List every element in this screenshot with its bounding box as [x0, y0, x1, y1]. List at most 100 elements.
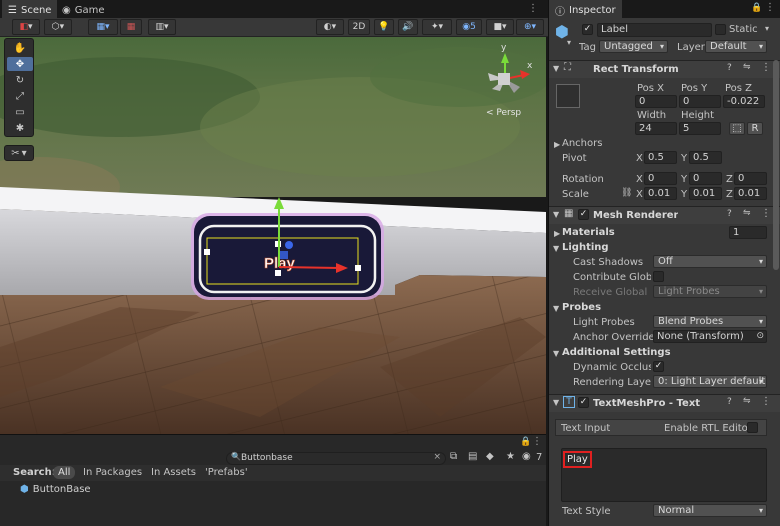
favorite-star-icon[interactable]: ★ [506, 451, 515, 462]
move-tool-icon[interactable]: ✥ [7, 57, 33, 71]
search-by-type-icon[interactable]: ⧉ [450, 451, 457, 462]
materials-expand-icon[interactable]: ▶ [554, 229, 560, 238]
light-probes-dropdown[interactable]: Blend Probes ▾ [653, 315, 767, 328]
filter-in-assets-button[interactable]: In Assets [151, 467, 196, 478]
scale-y-field[interactable]: 0.01 [689, 187, 722, 200]
preset-icon[interactable]: ⇋ [743, 396, 751, 406]
mesh-renderer-enabled-checkbox[interactable]: ✓ [578, 209, 589, 220]
transform-tool-icon[interactable]: ✱ [7, 121, 33, 135]
increment-snap-button[interactable]: ▥ ▾ [148, 19, 176, 35]
visibility-icon[interactable]: ◉ [522, 451, 531, 462]
component-menu-icon[interactable]: ⋮ [761, 208, 771, 219]
probes-expand-icon[interactable]: ▼ [553, 304, 559, 313]
move-gizmo-x-axis[interactable] [278, 266, 341, 269]
scale-tool-icon[interactable]: ⤢ [7, 89, 33, 103]
project-search-field[interactable]: 🔍 Buttonbase × [226, 452, 446, 465]
rot-z-field[interactable]: 0 [734, 172, 767, 185]
expand-arrow-icon[interactable]: ▼ [553, 398, 559, 407]
enable-rtl-checkbox[interactable] [747, 422, 758, 433]
dynamic-occlusion-checkbox[interactable]: ✓ [653, 361, 664, 372]
anchor-preset-box[interactable] [556, 84, 580, 108]
list-item[interactable]: ⬢ ButtonBase [20, 482, 91, 496]
hidden-objects-button[interactable]: ◉ 5 [456, 19, 482, 35]
tag-icon[interactable]: ◆ [486, 451, 494, 462]
inspector-menu-icon[interactable]: ⋮ [765, 2, 775, 13]
textmeshpro-enabled-checkbox[interactable]: ✓ [578, 397, 589, 408]
filter-prefabs-button[interactable]: 'Prefabs' [205, 467, 248, 478]
static-chevron-icon[interactable]: ▾ [765, 24, 769, 33]
audio-toggle-button[interactable]: 🔊 [398, 19, 418, 35]
active-checkbox[interactable]: ✓ [582, 24, 593, 35]
perspective-label[interactable]: < Persp [486, 108, 521, 118]
preset-icon[interactable]: ⇋ [743, 208, 751, 218]
cast-shadows-dropdown[interactable]: Off ▾ [653, 255, 767, 268]
blueprint-mode-button[interactable]: ⬚ [729, 122, 745, 135]
anchor-override-field[interactable]: None (Transform) ⊙ [653, 330, 767, 343]
help-icon[interactable]: ? [727, 209, 732, 219]
camera-dropdown[interactable]: ■ ▾ [486, 19, 514, 35]
clear-search-icon[interactable]: × [433, 452, 441, 462]
additional-settings-label[interactable]: Additional Settings [562, 347, 671, 358]
render-path-dropdown[interactable]: ⬡ ▾ [44, 19, 72, 35]
anchors-label[interactable]: Anchors [562, 138, 602, 149]
prefab-dropdown-chevron-icon[interactable]: ▾ [567, 38, 571, 47]
materials-label[interactable]: Materials [562, 227, 615, 238]
tab-inspector[interactable]: ⓘ Inspector [549, 0, 622, 18]
tab-scene[interactable]: ☰ Scene [2, 0, 58, 18]
rect-tool-icon[interactable]: ▭ [7, 105, 33, 119]
shading-dropdown[interactable]: ◐ ▾ [316, 19, 344, 35]
height-field[interactable]: 5 [679, 122, 721, 135]
tab-game[interactable]: ◉ Game [56, 0, 111, 18]
grid-toggle-button[interactable]: ▦ ▾ [88, 19, 118, 35]
layer-dropdown[interactable]: Default ▾ [705, 40, 767, 53]
width-field[interactable]: 24 [635, 122, 677, 135]
expand-arrow-icon[interactable]: ▼ [553, 210, 559, 219]
pos-x-field[interactable]: 0 [635, 95, 677, 108]
component-menu-icon[interactable]: ⋮ [761, 396, 771, 407]
move-gizmo-z-handle[interactable] [285, 241, 293, 249]
tag-dropdown[interactable]: Untagged ▾ [599, 40, 668, 53]
anchors-expand-icon[interactable]: ▶ [554, 140, 560, 149]
lock-icon[interactable]: 🔒 [520, 437, 531, 447]
draw-mode-dropdown[interactable]: ◧ ▾ [12, 19, 40, 35]
move-gizmo-xy-plane[interactable] [280, 251, 288, 259]
panel-menu-icon-bottom[interactable]: ⋮ [532, 436, 542, 447]
link-icon[interactable]: ⛓ [621, 188, 632, 198]
gizmos-dropdown[interactable]: ⊕ ▾ [516, 19, 544, 35]
search-by-label-icon[interactable]: ▤ [468, 451, 477, 462]
pos-y-field[interactable]: 0 [679, 95, 721, 108]
component-menu-icon[interactable]: ⋮ [761, 62, 771, 73]
lighting-label[interactable]: Lighting [562, 242, 609, 253]
additional-expand-icon[interactable]: ▼ [553, 349, 559, 358]
custom-tools-dropdown[interactable]: ✂ ▾ [4, 145, 34, 161]
rect-handle-tr[interactable] [355, 265, 361, 271]
expand-arrow-icon[interactable]: ▼ [553, 64, 559, 73]
probes-label[interactable]: Probes [562, 302, 601, 313]
scene-viewport[interactable]: Play y x < Persp [0, 37, 546, 434]
panel-menu-icon[interactable]: ⋮ [528, 3, 538, 14]
text-input-area[interactable]: Play [561, 448, 767, 502]
help-icon[interactable]: ? [727, 397, 732, 407]
inspector-scrollbar[interactable] [773, 60, 779, 270]
lighting-toggle-button[interactable]: 💡 [374, 19, 394, 35]
object-name-field[interactable]: Label [597, 23, 712, 37]
rot-x-field[interactable]: 0 [644, 172, 677, 185]
inspector-lock-icon[interactable]: 🔒 [751, 3, 762, 13]
raw-edit-button[interactable]: R [747, 122, 763, 135]
rotate-tool-icon[interactable]: ↻ [7, 73, 33, 87]
2d-toggle-button[interactable]: 2D [348, 19, 370, 35]
rendering-layer-dropdown[interactable]: 0: Light Layer default ▾ [653, 375, 767, 388]
rot-y-field[interactable]: 0 [689, 172, 722, 185]
scale-z-field[interactable]: 0.01 [734, 187, 767, 200]
rect-handle-tl[interactable] [204, 249, 210, 255]
object-picker-icon[interactable]: ⊙ [756, 331, 764, 342]
materials-count-field[interactable]: 1 [729, 226, 767, 239]
contribute-gi-checkbox[interactable] [653, 271, 664, 282]
filter-in-packages-button[interactable]: In Packages [83, 467, 142, 478]
filter-all-button[interactable]: All [53, 466, 76, 479]
static-checkbox[interactable] [715, 24, 726, 35]
pivot-y-field[interactable]: 0.5 [689, 151, 722, 164]
preset-icon[interactable]: ⇋ [743, 62, 751, 72]
hand-tool-icon[interactable]: ✋ [7, 41, 33, 55]
text-style-dropdown[interactable]: Normal ▾ [653, 504, 767, 517]
